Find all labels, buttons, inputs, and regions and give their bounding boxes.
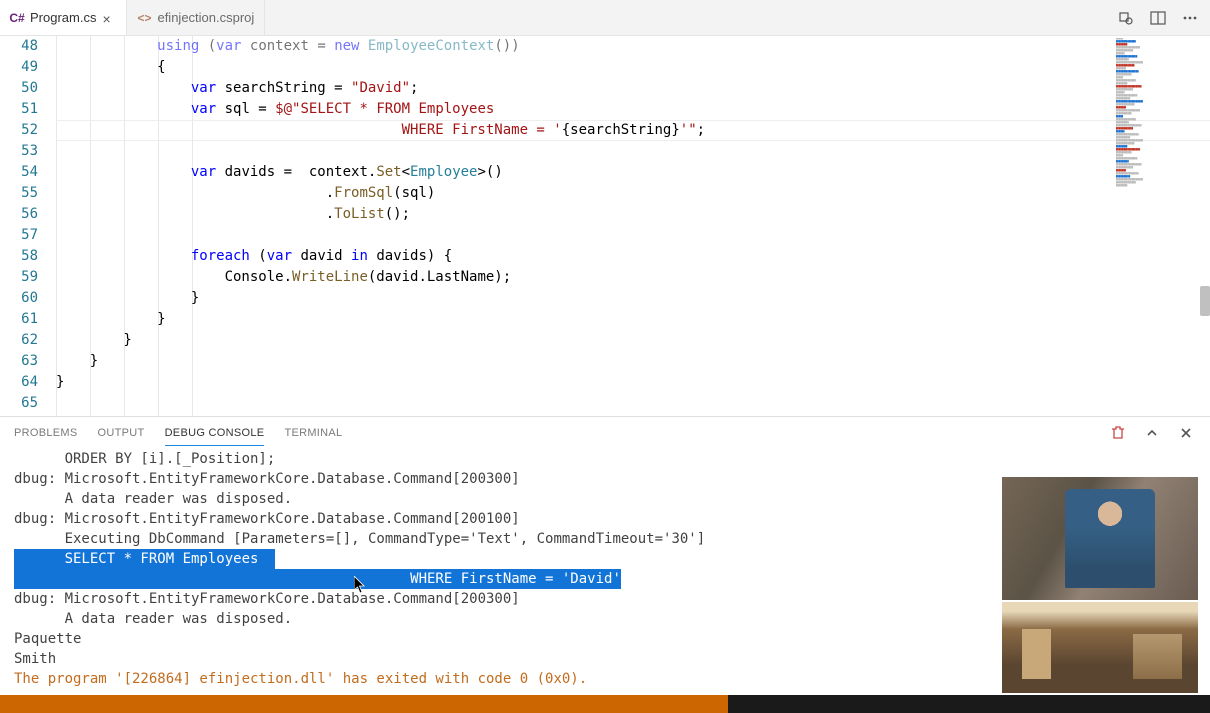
csproj-file-icon: <> xyxy=(137,11,151,25)
webcam-presenter xyxy=(1002,477,1198,600)
collapse-panel-icon[interactable] xyxy=(1142,423,1162,443)
panel-tabs: PROBLEMS OUTPUT DEBUG CONSOLE TERMINAL xyxy=(0,417,1210,449)
clear-console-icon[interactable] xyxy=(1108,423,1128,443)
tab-efinjection-csproj[interactable]: <> efinjection.csproj xyxy=(127,0,265,35)
console-line: ORDER BY [i].[_Position]; xyxy=(14,449,1196,469)
close-icon[interactable]: × xyxy=(102,11,116,25)
status-bar xyxy=(0,695,1210,713)
code-content[interactable]: using (var context = new EmployeeContext… xyxy=(56,36,1210,416)
panel-tab-debug-console[interactable]: DEBUG CONSOLE xyxy=(165,421,265,446)
split-editor-icon[interactable] xyxy=(1148,8,1168,28)
status-bar-right[interactable] xyxy=(728,695,1210,713)
tab-label: efinjection.csproj xyxy=(157,10,254,25)
panel-tab-terminal[interactable]: TERMINAL xyxy=(284,421,342,445)
csharp-file-icon: C# xyxy=(10,11,24,25)
tab-label: Program.cs xyxy=(30,10,96,25)
editor-toolbar xyxy=(1106,0,1210,35)
scrollbar-thumb[interactable] xyxy=(1200,286,1210,316)
webcam-room xyxy=(1002,602,1198,693)
tab-program-cs[interactable]: C# Program.cs × xyxy=(0,0,127,35)
close-panel-icon[interactable] xyxy=(1176,423,1196,443)
webcam-overlay xyxy=(1002,477,1198,693)
line-number-gutter: 484950515253545556575859606162636465 xyxy=(0,36,56,416)
panel-tab-output[interactable]: OUTPUT xyxy=(98,421,145,445)
editor-tabs-bar: C# Program.cs × <> efinjection.csproj xyxy=(0,0,1210,36)
editor-area[interactable]: 484950515253545556575859606162636465 usi… xyxy=(0,36,1210,416)
status-bar-left[interactable] xyxy=(0,695,728,713)
open-changes-icon[interactable] xyxy=(1116,8,1136,28)
minimap[interactable]: ████████████████████████████████████████… xyxy=(1116,38,1208,398)
panel-tab-problems[interactable]: PROBLEMS xyxy=(14,421,78,445)
more-actions-icon[interactable] xyxy=(1180,8,1200,28)
